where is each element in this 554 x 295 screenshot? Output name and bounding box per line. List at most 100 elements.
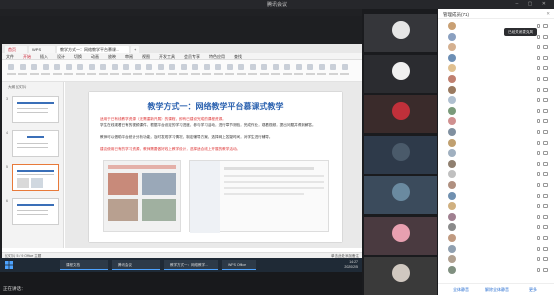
camera-icon[interactable] [543,77,548,81]
ribbon-button[interactable] [54,64,60,70]
member-row[interactable] [438,95,554,105]
ribbon-button[interactable] [307,64,313,70]
menu-item[interactable]: 视图 [142,54,150,59]
mute-all-button[interactable]: 全体静音 [450,287,472,293]
tab-add[interactable]: + [131,46,139,53]
microphone-icon[interactable] [537,119,540,124]
ribbon-button[interactable] [284,64,290,70]
microphone-icon[interactable] [537,87,540,92]
ribbon-button[interactable] [238,64,244,70]
ribbon-button[interactable] [226,64,233,70]
ribbon-button[interactable] [31,64,37,70]
member-row[interactable] [438,180,554,190]
microphone-icon[interactable] [537,24,540,28]
microphone-icon[interactable] [537,236,540,240]
camera-icon[interactable] [543,108,548,113]
camera-icon[interactable] [543,161,548,166]
member-row[interactable] [438,106,554,116]
microphone-icon[interactable] [537,267,540,272]
camera-icon[interactable] [543,183,548,187]
camera-icon[interactable] [543,172,548,177]
microphone-icon[interactable] [537,77,540,81]
member-row[interactable] [438,138,554,148]
member-row[interactable] [438,63,554,73]
microphone-icon[interactable] [537,140,540,145]
more-button[interactable]: 更多 [526,287,540,293]
member-row[interactable] [438,169,554,179]
microphone-icon[interactable] [537,55,540,60]
ribbon-button[interactable] [180,64,187,70]
menu-item[interactable]: 放映 [108,54,116,59]
member-row[interactable] [438,244,554,254]
member-row[interactable] [438,254,554,264]
member-row[interactable] [438,233,554,243]
ribbon-button[interactable] [261,64,267,70]
ribbon-button[interactable] [249,64,256,70]
video-tile[interactable] [364,257,437,295]
menu-item[interactable]: 开始 [23,54,31,59]
video-tile[interactable] [364,216,437,255]
sidepane-tabs[interactable]: 大纲 幻灯片 [2,82,63,93]
camera-icon[interactable] [543,87,548,92]
menu-item[interactable]: 查找 [234,54,242,59]
camera-icon[interactable] [543,98,548,103]
camera-icon[interactable] [543,130,548,134]
microphone-icon[interactable] [537,172,540,177]
tab-wps[interactable]: WPS [29,46,55,53]
ribbon-button[interactable] [88,64,95,70]
microphone-icon[interactable] [537,66,540,71]
menu-item[interactable]: 动画 [91,54,99,59]
video-tile[interactable] [364,14,437,52]
ribbon-button[interactable] [123,64,129,70]
menu-item[interactable]: 插入 [40,54,48,59]
taskbar-app[interactable]: 教学方式一：网络教学... [164,260,218,270]
member-row[interactable] [438,74,554,84]
slide-thumbnail[interactable]: 6 [6,198,59,225]
video-tile[interactable] [364,95,437,133]
member-row[interactable] [438,148,554,158]
window-controls[interactable]: – ▢ ✕ [516,1,550,7]
video-tile[interactable] [364,135,437,174]
camera-icon[interactable] [543,214,548,219]
microphone-icon[interactable] [537,183,540,187]
camera-icon[interactable] [543,193,548,198]
current-slide[interactable]: 教学方式一：网络教学平台慕课式教学 适用于已有线教学资源（无需重新开展）的课程，… [89,92,342,242]
camera-icon[interactable] [543,119,548,124]
member-row[interactable] [438,42,554,52]
camera-icon[interactable] [543,267,548,272]
camera-icon[interactable] [543,225,548,230]
slide-thumbnail[interactable]: 3 [6,96,59,123]
microphone-icon[interactable] [537,108,540,113]
member-row[interactable] [438,265,554,275]
ribbon-button[interactable] [203,64,210,70]
member-row[interactable] [438,53,554,63]
camera-icon[interactable] [543,236,548,240]
ribbon-button[interactable] [100,64,106,70]
microphone-icon[interactable] [537,246,540,251]
microphone-icon[interactable] [537,34,540,39]
ribbon-button[interactable] [8,64,14,70]
camera-icon[interactable] [543,246,548,251]
ribbon-button[interactable] [169,64,175,70]
microphone-icon[interactable] [537,161,540,166]
ribbon-button[interactable] [146,64,152,70]
video-tile[interactable] [364,54,437,93]
member-row[interactable] [438,191,554,201]
tab-home[interactable]: 首页 [5,46,27,53]
member-row[interactable] [438,222,554,232]
menu-item[interactable]: 会员专享 [184,54,200,59]
ribbon-button[interactable] [272,64,279,70]
member-row[interactable] [438,212,554,222]
member-row[interactable] [438,127,554,137]
ribbon-button[interactable] [134,64,141,70]
windows-start-icon[interactable] [5,261,13,269]
ribbon-button[interactable] [111,64,118,70]
ribbon-button[interactable] [295,64,302,70]
microphone-icon[interactable] [537,204,540,209]
menu-item[interactable]: 特色应用 [209,54,225,59]
microphone-icon[interactable] [537,98,540,103]
camera-icon[interactable] [543,66,548,71]
taskbar-app[interactable]: 腾讯会议 [112,260,160,270]
ribbon-button[interactable] [157,64,164,70]
camera-icon[interactable] [543,140,548,145]
